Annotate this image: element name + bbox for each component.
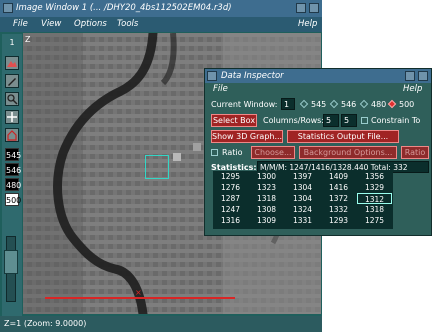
- maximize-icon[interactable]: [418, 71, 428, 81]
- ratio-button[interactable]: Ratio: [401, 146, 429, 159]
- wavelength-500-button[interactable]: 500: [5, 193, 21, 206]
- status-text: Z=1 (Zoom: 9.0000): [4, 319, 87, 328]
- minimize-icon[interactable]: [296, 3, 306, 13]
- select-box-button[interactable]: Select Box: [211, 114, 257, 127]
- grid-cell: 1275: [364, 216, 385, 225]
- maximize-icon[interactable]: [309, 3, 319, 13]
- data-inspector-title: Data Inspector: [221, 71, 284, 81]
- grid-cell: 1318: [364, 205, 385, 214]
- statistics-output-button[interactable]: Statistics Output File...: [287, 130, 399, 143]
- radio-500-label: 500: [399, 100, 415, 109]
- menu-help[interactable]: Help: [298, 17, 317, 32]
- pixel-value-grid: 1295 1300 1397 1409 1356 1276 1323 1304 …: [213, 171, 393, 229]
- menu-file[interactable]: File: [213, 83, 228, 96]
- radio-480-label: 480: [371, 100, 387, 109]
- scale-bar-label: ×: [135, 288, 142, 297]
- toolbar-index-label: 1: [5, 37, 19, 51]
- grid-cell: 1323: [256, 183, 277, 192]
- wavelength-545-button[interactable]: 545: [5, 148, 21, 161]
- data-inspector-titlebar[interactable]: Data Inspector: [205, 69, 431, 84]
- mountain-icon[interactable]: [5, 56, 19, 70]
- menu-file[interactable]: File: [13, 17, 28, 32]
- window-menu-icon[interactable]: [3, 3, 13, 13]
- grid-cell: 1295: [220, 172, 241, 181]
- roi-selection-box[interactable]: [145, 155, 169, 179]
- radio-480[interactable]: [359, 99, 369, 109]
- radio-500[interactable]: [387, 99, 397, 109]
- image-window-title: Image Window 1 (... /DHY20_4bs112502EM04…: [16, 3, 232, 13]
- radio-546-label: 546: [341, 100, 357, 109]
- z-axis-label: Z: [25, 35, 31, 44]
- grid-cell: 1276: [220, 183, 241, 192]
- menu-view[interactable]: View: [41, 17, 61, 32]
- constrain-checkbox[interactable]: [361, 117, 368, 124]
- wavelength-480-button[interactable]: 480: [5, 178, 21, 191]
- grid-cell: 1332: [328, 205, 349, 214]
- radio-546[interactable]: [329, 99, 339, 109]
- data-inspector-window: Data Inspector File Help Current Window:…: [204, 68, 432, 236]
- grid-cell: 1247: [220, 205, 241, 214]
- current-window-label: Current Window:: [211, 100, 278, 109]
- grid-cell: 1324: [292, 205, 313, 214]
- wavelength-546-button[interactable]: 546: [5, 163, 21, 176]
- menu-tools[interactable]: Tools: [117, 17, 138, 32]
- choose-button[interactable]: Choose...: [251, 146, 295, 159]
- grid-cell: 1304: [292, 183, 313, 192]
- grid-cell: 1316: [220, 216, 241, 225]
- ratio-checkbox[interactable]: [211, 149, 218, 156]
- grid-cell: 1356: [364, 172, 385, 181]
- grid-cell: 1331: [292, 216, 313, 225]
- image-window-titlebar[interactable]: Image Window 1 (... /DHY20_4bs112502EM04…: [0, 0, 322, 18]
- image-window-menubar: File View Options Tools Help: [0, 17, 322, 32]
- grid-cell: 1293: [328, 216, 349, 225]
- grid-cell: 1397: [292, 172, 313, 181]
- grid-cell: 1416: [328, 183, 349, 192]
- menu-options[interactable]: Options: [74, 17, 107, 32]
- grid-cell: 1309: [256, 216, 277, 225]
- grid-cell-selected: 1312: [357, 193, 392, 204]
- pencil-icon[interactable]: [5, 74, 19, 88]
- rows-field[interactable]: 5: [341, 114, 357, 127]
- radio-545-label: 545: [311, 100, 327, 109]
- z-slider-thumb[interactable]: [4, 250, 18, 274]
- grid-cell: 1308: [256, 205, 277, 214]
- home-icon[interactable]: [5, 128, 19, 142]
- show-3d-graph-button[interactable]: Show 3D Graph...: [211, 130, 283, 143]
- zoom-icon[interactable]: [5, 92, 19, 106]
- menu-help[interactable]: Help: [403, 83, 422, 96]
- minimize-icon[interactable]: [405, 71, 415, 81]
- constrain-label: Constrain To: [371, 116, 421, 125]
- grid-cell: 1287: [220, 194, 241, 203]
- radio-545[interactable]: [299, 99, 309, 109]
- grid-cell: 1300: [256, 172, 277, 181]
- grid-cell: 1329: [364, 183, 385, 192]
- status-bar: Z=1 (Zoom: 9.0000): [0, 316, 322, 332]
- current-window-field[interactable]: 1: [281, 98, 295, 110]
- background-options-button[interactable]: Background Options...: [299, 146, 397, 159]
- window-menu-icon[interactable]: [207, 71, 217, 81]
- columns-rows-label: Columns/Rows:: [263, 116, 324, 125]
- grid-cell: 1318: [256, 194, 277, 203]
- grid-cell: 1372: [328, 194, 349, 203]
- data-inspector-menubar: File Help: [205, 83, 431, 96]
- move-icon[interactable]: [5, 110, 19, 124]
- grid-cell: 1304: [292, 194, 313, 203]
- ratio-label: Ratio: [222, 148, 243, 157]
- columns-field[interactable]: 5: [323, 114, 339, 127]
- scale-bar: [45, 297, 235, 299]
- grid-cell: 1409: [328, 172, 349, 181]
